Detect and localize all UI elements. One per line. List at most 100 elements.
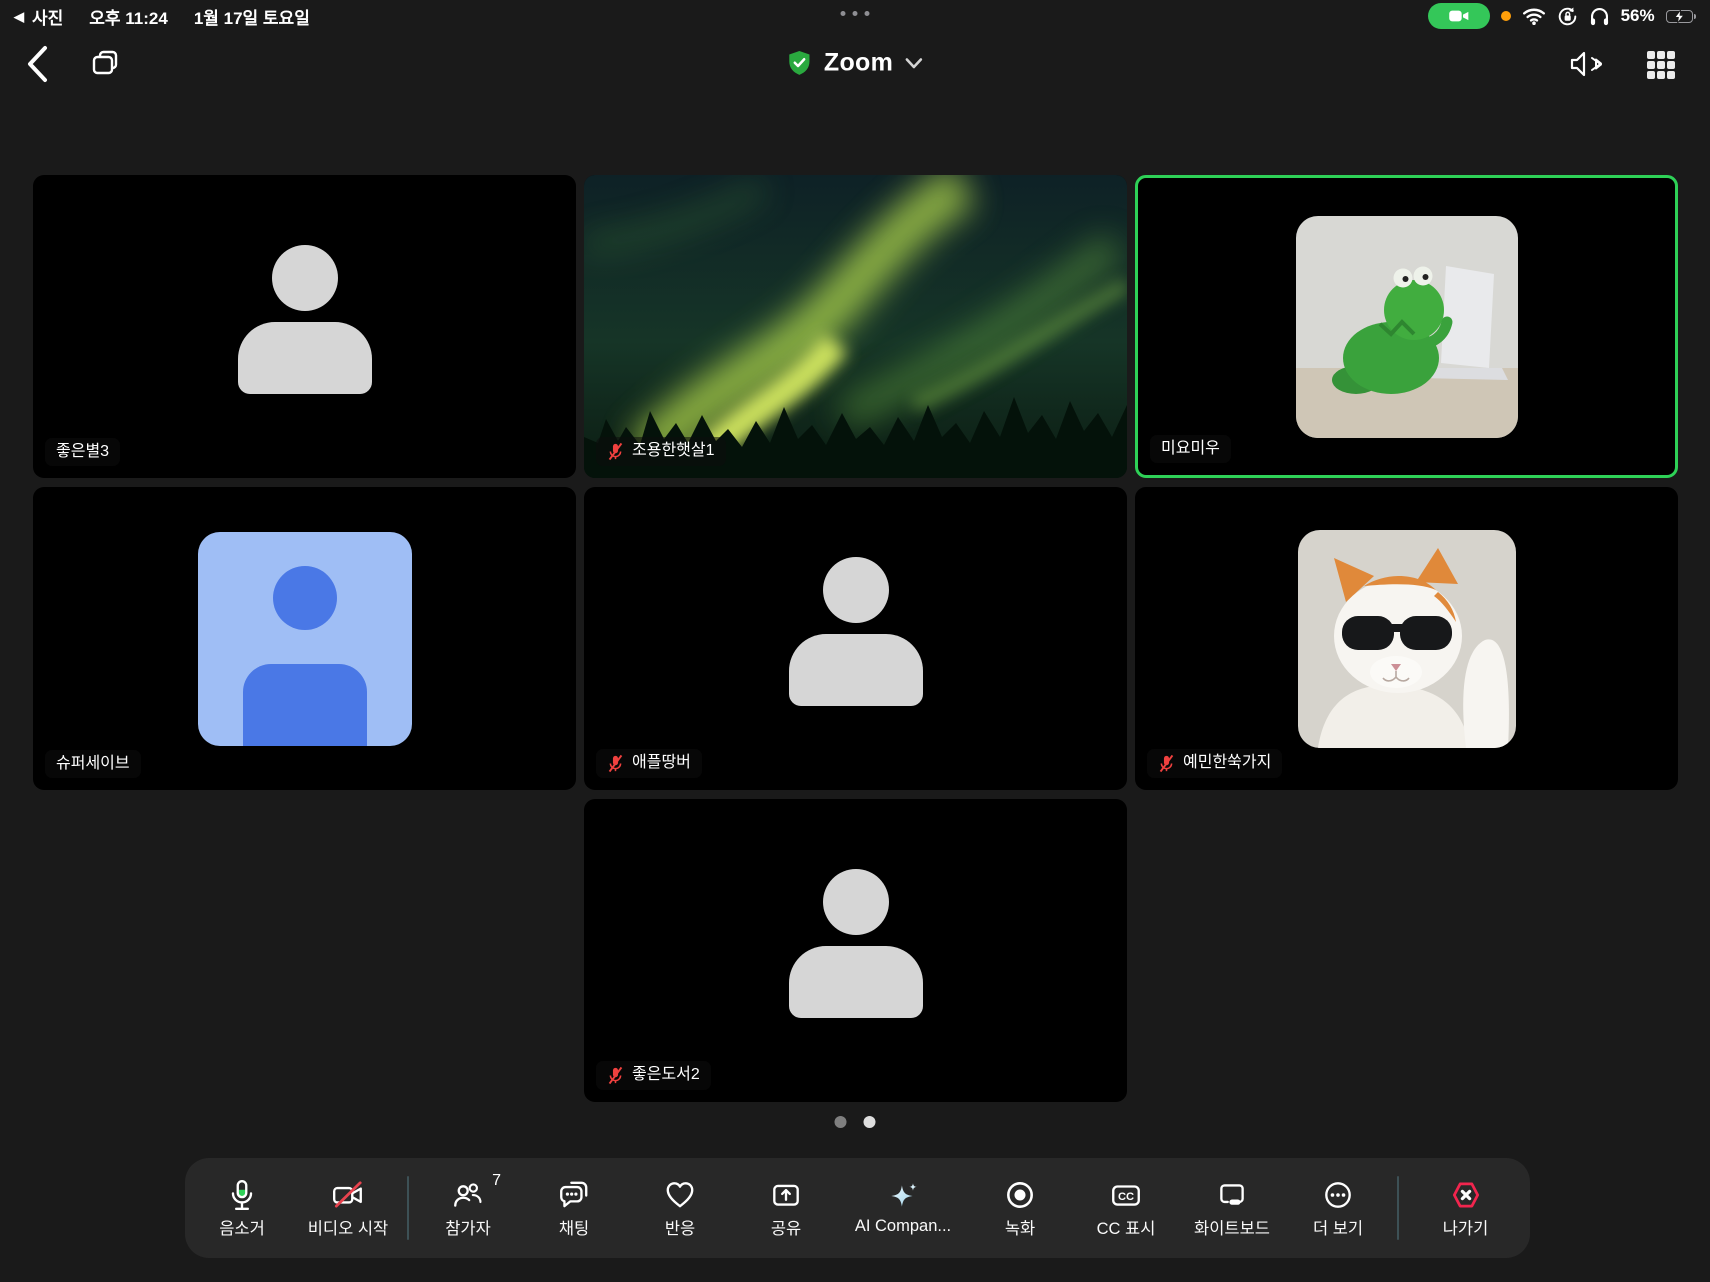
speaker-bluetooth-icon[interactable] bbox=[1568, 48, 1606, 80]
reactions-button[interactable]: 반응 bbox=[627, 1178, 733, 1239]
participant-name-tag: 미요미우 bbox=[1150, 435, 1231, 463]
default-avatar bbox=[584, 487, 1127, 790]
wifi-icon bbox=[1522, 7, 1546, 25]
participant-name: 슈퍼세이브 bbox=[56, 755, 130, 773]
leave-icon bbox=[1449, 1178, 1483, 1212]
meeting-toolbar: 음소거 비디오 시작 7 참가자 bbox=[185, 1158, 1530, 1258]
toolbar-label: 참가자 bbox=[445, 1215, 491, 1239]
back-to-app-icon: ◀ bbox=[14, 10, 24, 23]
toolbar-label: 음소거 bbox=[219, 1215, 265, 1239]
whiteboard-button[interactable]: 화이트보드 bbox=[1179, 1178, 1285, 1239]
back-icon[interactable] bbox=[24, 44, 50, 84]
battery-percent: 56% bbox=[1621, 6, 1655, 26]
charging-bolt-icon bbox=[1674, 10, 1685, 23]
participant-tile[interactable]: 조용한햇살1 bbox=[584, 175, 1127, 478]
muted-mic-icon bbox=[607, 1066, 624, 1085]
cc-glyph: CC bbox=[1118, 1191, 1134, 1203]
chat-button[interactable]: 채팅 bbox=[521, 1178, 627, 1239]
default-avatar bbox=[33, 175, 576, 478]
profile-photo-blue-avatar bbox=[198, 532, 412, 746]
camera-icon bbox=[1448, 8, 1470, 24]
participant-name: 예민한쑥가지 bbox=[1183, 754, 1271, 772]
status-icons: 56% bbox=[1428, 3, 1696, 29]
record-button[interactable]: 녹화 bbox=[967, 1178, 1073, 1239]
profile-photo-cat bbox=[1298, 530, 1516, 748]
toolbar-label: 녹화 bbox=[1005, 1215, 1035, 1239]
participants-count-badge: 7 bbox=[492, 1172, 501, 1190]
mute-button[interactable]: 음소거 bbox=[189, 1178, 295, 1239]
toolbar-label: CC 표시 bbox=[1097, 1215, 1156, 1239]
toolbar-label: 화이트보드 bbox=[1194, 1215, 1270, 1239]
ai-companion-icon bbox=[886, 1180, 920, 1214]
record-icon bbox=[1003, 1178, 1037, 1212]
status-time: 오후 11:24 bbox=[89, 4, 168, 29]
status-date: 1월 17일 토요일 bbox=[194, 4, 310, 29]
toolbar-label: 더 보기 bbox=[1313, 1215, 1363, 1239]
default-avatar bbox=[584, 799, 1127, 1102]
ai-companion-button[interactable]: AI Compan... bbox=[839, 1180, 967, 1236]
headphones-icon bbox=[1589, 6, 1610, 27]
closed-captions-button[interactable]: CC CC 표시 bbox=[1073, 1178, 1179, 1239]
participant-name-tag: 슈퍼세이브 bbox=[45, 750, 141, 778]
back-to-app-link[interactable]: ◀ 사진 오후 11:24 1월 17일 토요일 bbox=[14, 4, 310, 29]
closed-captions-icon: CC bbox=[1109, 1178, 1143, 1212]
chat-icon bbox=[557, 1178, 591, 1212]
participant-name: 좋은도서2 bbox=[632, 1066, 700, 1084]
participant-name-tag: 애플땅버 bbox=[596, 749, 702, 778]
muted-mic-icon bbox=[607, 754, 624, 773]
more-button[interactable]: 더 보기 bbox=[1285, 1178, 1391, 1239]
chevron-down-icon bbox=[905, 57, 923, 69]
meeting-title[interactable]: Zoom bbox=[787, 49, 923, 78]
participant-tile[interactable]: 좋은도서2 bbox=[584, 799, 1127, 1102]
page-title: Zoom bbox=[824, 49, 893, 78]
participant-name: 애플땅버 bbox=[632, 754, 691, 772]
participant-tile[interactable]: 예민한쑥가지 bbox=[1135, 487, 1678, 790]
share-button[interactable]: 공유 bbox=[733, 1178, 839, 1239]
participant-tile-active-speaker[interactable]: 미요미우 bbox=[1135, 175, 1678, 478]
video-start-icon bbox=[331, 1178, 365, 1212]
nav-bar: Zoom bbox=[0, 32, 1710, 94]
battery-charging-icon bbox=[1666, 10, 1696, 23]
toolbar-label: 비디오 시작 bbox=[308, 1215, 388, 1239]
page-dot-current bbox=[864, 1116, 876, 1128]
multitask-dots bbox=[841, 11, 870, 16]
participant-name-tag: 예민한쑥가지 bbox=[1147, 749, 1282, 778]
participant-name: 조용한햇살1 bbox=[632, 442, 715, 460]
share-icon bbox=[769, 1178, 803, 1212]
frog-at-laptop-image bbox=[1296, 216, 1518, 438]
cat-with-sunglasses-image bbox=[1298, 530, 1516, 748]
orientation-lock-icon bbox=[1557, 6, 1578, 27]
participants-icon bbox=[451, 1178, 485, 1212]
start-video-button[interactable]: 비디오 시작 bbox=[295, 1178, 401, 1239]
leave-button[interactable]: 나가기 bbox=[1405, 1178, 1526, 1239]
multitask-windows-icon[interactable] bbox=[88, 46, 124, 80]
toolbar-label: 반응 bbox=[665, 1215, 695, 1239]
page-dot bbox=[835, 1116, 847, 1128]
participant-tile[interactable]: 슈퍼세이브 bbox=[33, 487, 576, 790]
participant-tile[interactable]: 애플땅버 bbox=[584, 487, 1127, 790]
muted-mic-icon bbox=[1158, 754, 1175, 773]
profile-photo-frog bbox=[1296, 216, 1518, 438]
participant-name-tag: 좋은별3 bbox=[45, 438, 120, 466]
reactions-heart-icon bbox=[663, 1178, 697, 1212]
page-indicator bbox=[835, 1116, 876, 1128]
muted-mic-icon bbox=[607, 442, 624, 461]
toolbar-label: 채팅 bbox=[559, 1215, 589, 1239]
participant-tile[interactable]: 좋은별3 bbox=[33, 175, 576, 478]
participants-button[interactable]: 7 참가자 bbox=[415, 1178, 521, 1239]
back-to-app-label: 사진 bbox=[32, 4, 63, 29]
toolbar-divider bbox=[407, 1176, 409, 1240]
more-icon bbox=[1321, 1178, 1355, 1212]
aurora-video bbox=[584, 175, 1127, 478]
whiteboard-icon bbox=[1215, 1178, 1249, 1212]
recording-dot bbox=[1501, 11, 1511, 21]
participant-name: 좋은별3 bbox=[56, 443, 109, 461]
grid-view-icon[interactable] bbox=[1644, 48, 1678, 82]
toolbar-label: 나가기 bbox=[1443, 1215, 1489, 1239]
encryption-shield-icon bbox=[787, 50, 812, 77]
camera-in-use-pill[interactable] bbox=[1428, 3, 1490, 29]
zoom-meeting-screen: ◀ 사진 오후 11:24 1월 17일 토요일 bbox=[0, 0, 1710, 1282]
participant-name: 미요미우 bbox=[1161, 440, 1220, 458]
toolbar-label: 공유 bbox=[771, 1215, 801, 1239]
participant-name-tag: 조용한햇살1 bbox=[596, 437, 726, 466]
